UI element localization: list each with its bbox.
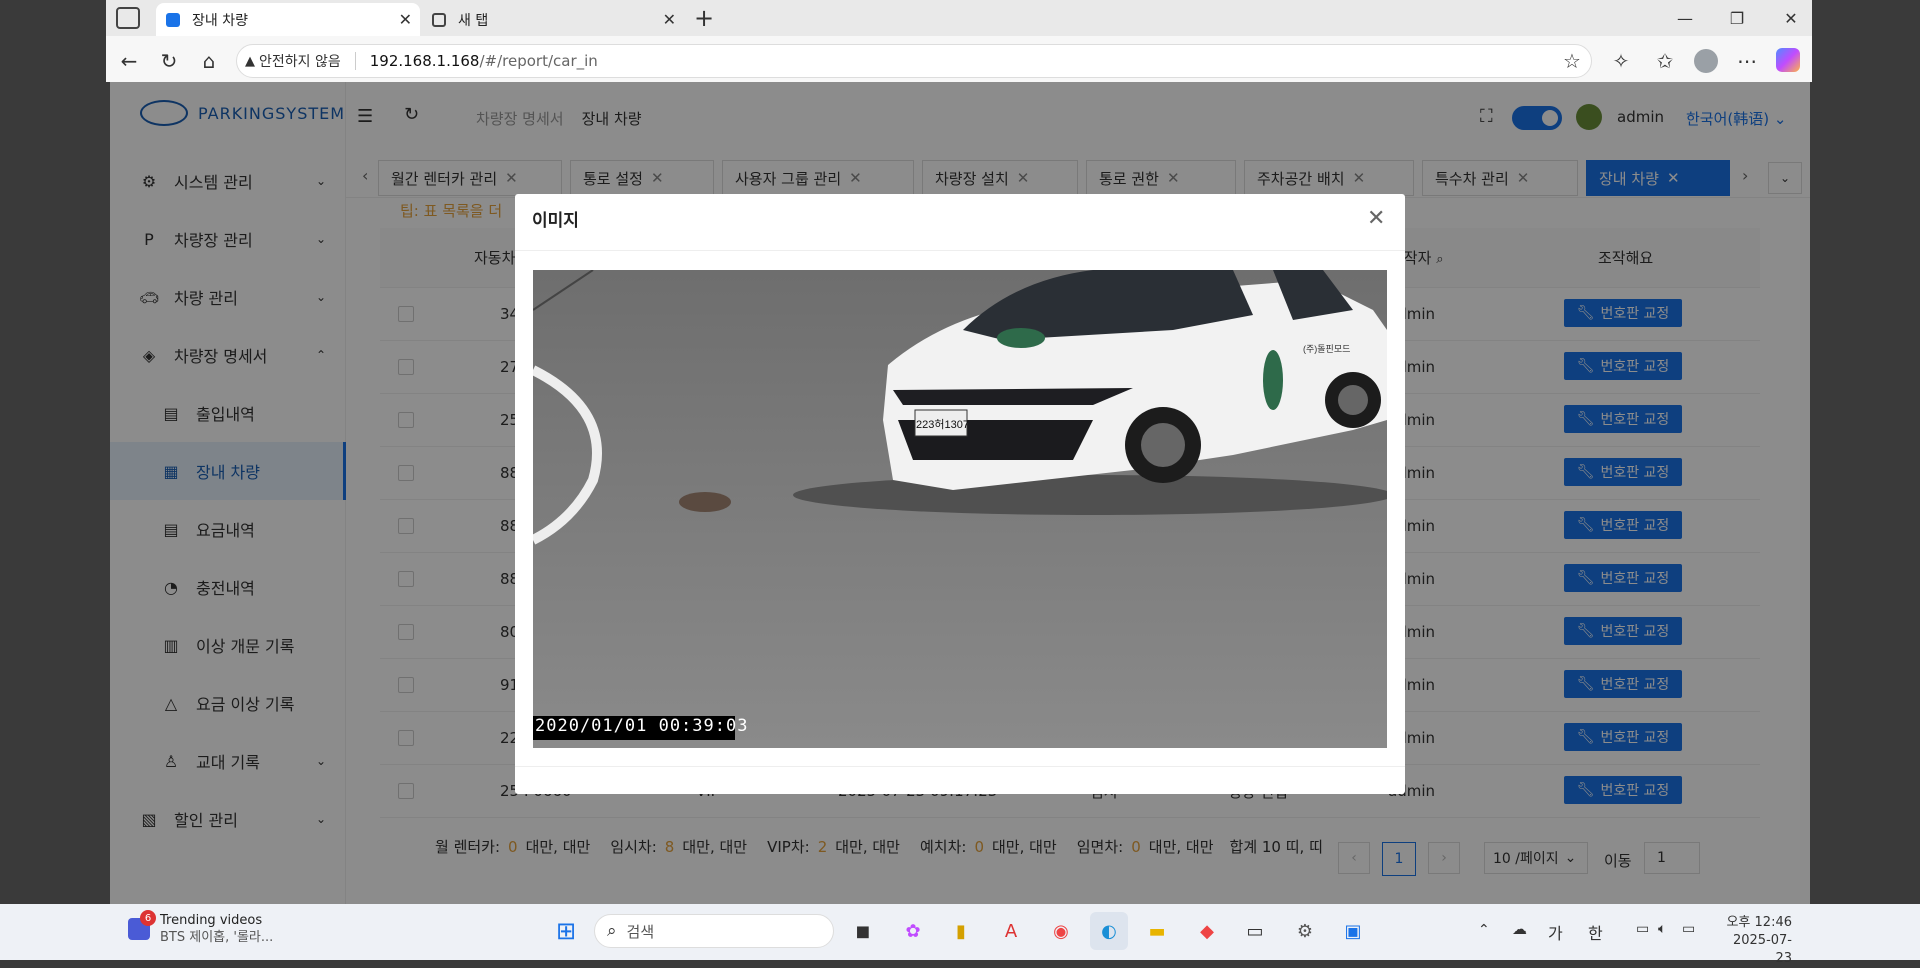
clock-time: 오후 12:46 xyxy=(1726,915,1792,930)
battery-icon[interactable]: ▭ xyxy=(1682,921,1695,937)
tab-actions-icon[interactable] xyxy=(116,7,140,29)
clock-date: 2025-07-23 xyxy=(1732,933,1792,966)
favorite-star-icon[interactable]: ☆ xyxy=(1557,46,1587,76)
news-title: Trending videos xyxy=(160,913,263,928)
new-tab-favicon-icon xyxy=(432,12,446,27)
window-close-icon[interactable]: ✕ xyxy=(1776,6,1806,30)
ime-mode-1[interactable]: 가 xyxy=(1548,920,1563,944)
task-view-icon[interactable]: ◼ xyxy=(844,912,882,950)
taskbar-search[interactable]: ⌕ 검색 xyxy=(594,914,834,948)
notification-badge: 6 xyxy=(140,910,156,926)
close-tab-icon[interactable]: ✕ xyxy=(663,10,676,29)
security-label: 안전하지 않음 xyxy=(259,54,341,70)
tray-cloud-icon[interactable]: ☁ xyxy=(1512,920,1527,938)
reload-icon[interactable]: ↻ xyxy=(154,46,184,76)
door-text: (주)돌핀모드 xyxy=(1303,344,1351,354)
start-windows-icon[interactable]: ⊞ xyxy=(547,912,585,950)
terminal-icon[interactable]: ▭ xyxy=(1236,912,1274,950)
modal-divider xyxy=(515,766,1405,767)
remote-app-icon[interactable]: ◆ xyxy=(1188,912,1226,950)
favorites-icon[interactable]: ✩ xyxy=(1650,46,1680,76)
extensions-icon[interactable]: ✧ xyxy=(1606,46,1636,76)
search-placeholder: 검색 xyxy=(626,922,655,941)
warning-icon: ▲ xyxy=(245,53,255,69)
edge-icon[interactable]: ◐ xyxy=(1090,912,1128,950)
restore-icon[interactable]: ❐ xyxy=(1722,6,1752,30)
news-video-icon: 6 xyxy=(128,910,156,940)
app-yellow-icon[interactable]: ▮ xyxy=(942,912,980,950)
url-host: 192.168.1.168 xyxy=(369,52,480,70)
chrome-icon[interactable]: ◉ xyxy=(1042,912,1080,950)
copilot-icon[interactable] xyxy=(1776,48,1800,72)
new-tab-plus-icon[interactable]: + xyxy=(694,4,714,32)
minimize-icon[interactable]: — xyxy=(1670,6,1700,30)
tray-chevron-up-icon[interactable]: ⌃ xyxy=(1478,922,1490,938)
home-icon[interactable]: ⌂ xyxy=(194,46,224,76)
news-widget[interactable]: 6 Trending videos BTS 제이홉, '롤라... xyxy=(128,910,274,946)
settings-gear-icon[interactable]: ⚙ xyxy=(1286,912,1324,950)
app-favicon-icon xyxy=(166,12,180,27)
address-bar[interactable]: ▲ 안전하지 않음 192.168.1.168 /#/report/car_in xyxy=(236,44,1592,78)
news-subtitle: BTS 제이홉, '롤라... xyxy=(160,930,274,945)
profile-avatar[interactable] xyxy=(1694,49,1718,73)
vehicle-image: 223허1307 (주)돌핀모드 2020/01/01 00:39:03 xyxy=(533,270,1387,748)
ime-mode-2[interactable]: 한 xyxy=(1588,920,1603,944)
modal-title: 이미지 xyxy=(532,211,579,231)
close-icon[interactable]: ✕ xyxy=(1367,206,1385,231)
close-tab-icon[interactable]: ✕ xyxy=(399,10,412,29)
more-menu-icon[interactable]: ⋯ xyxy=(1732,46,1762,76)
back-icon[interactable]: ← xyxy=(114,46,144,76)
url-path: /#/report/car_in xyxy=(479,52,598,70)
divider xyxy=(354,52,356,70)
autocad-icon[interactable]: A xyxy=(992,912,1030,950)
browser-tab-title: 장내 차량 xyxy=(192,12,248,29)
file-explorer-icon[interactable]: ▬ xyxy=(1138,912,1176,950)
browser-tab-active[interactable]: 장내 차량 ✕ xyxy=(156,3,420,36)
browser-tab-title: 새 탭 xyxy=(458,12,489,29)
search-icon: ⌕ xyxy=(607,921,617,941)
modal-divider xyxy=(515,250,1405,251)
copilot-taskbar-icon[interactable]: ✿ xyxy=(894,912,932,950)
volume-icon[interactable]: 🔈︎ xyxy=(1658,921,1666,937)
browser-tab-new[interactable]: 새 탭 ✕ xyxy=(422,3,684,36)
plate-text: 223허1307 xyxy=(916,419,969,431)
network-icon[interactable]: ▭ xyxy=(1636,921,1649,937)
image-timestamp: 2020/01/01 00:39:03 xyxy=(535,716,749,736)
remote-desktop-icon[interactable]: ▣ xyxy=(1334,912,1372,950)
